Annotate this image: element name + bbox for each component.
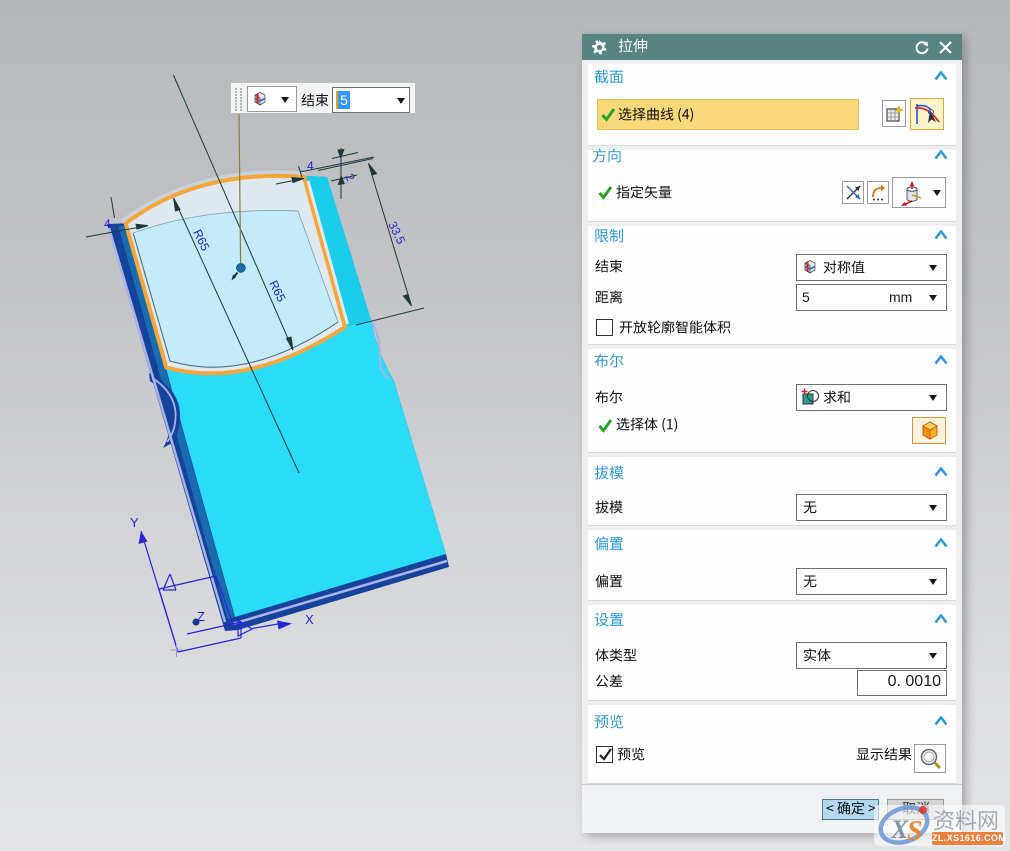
svg-text:2: 2	[342, 171, 358, 183]
svg-text:33.5: 33.5	[385, 219, 408, 246]
svg-text:Z: Z	[197, 609, 205, 624]
svg-text:4: 4	[307, 159, 314, 173]
svg-text:S: S	[907, 816, 923, 847]
svg-text:Y: Y	[130, 515, 139, 530]
svg-text:4: 4	[104, 217, 111, 231]
svg-text:X: X	[305, 612, 314, 627]
